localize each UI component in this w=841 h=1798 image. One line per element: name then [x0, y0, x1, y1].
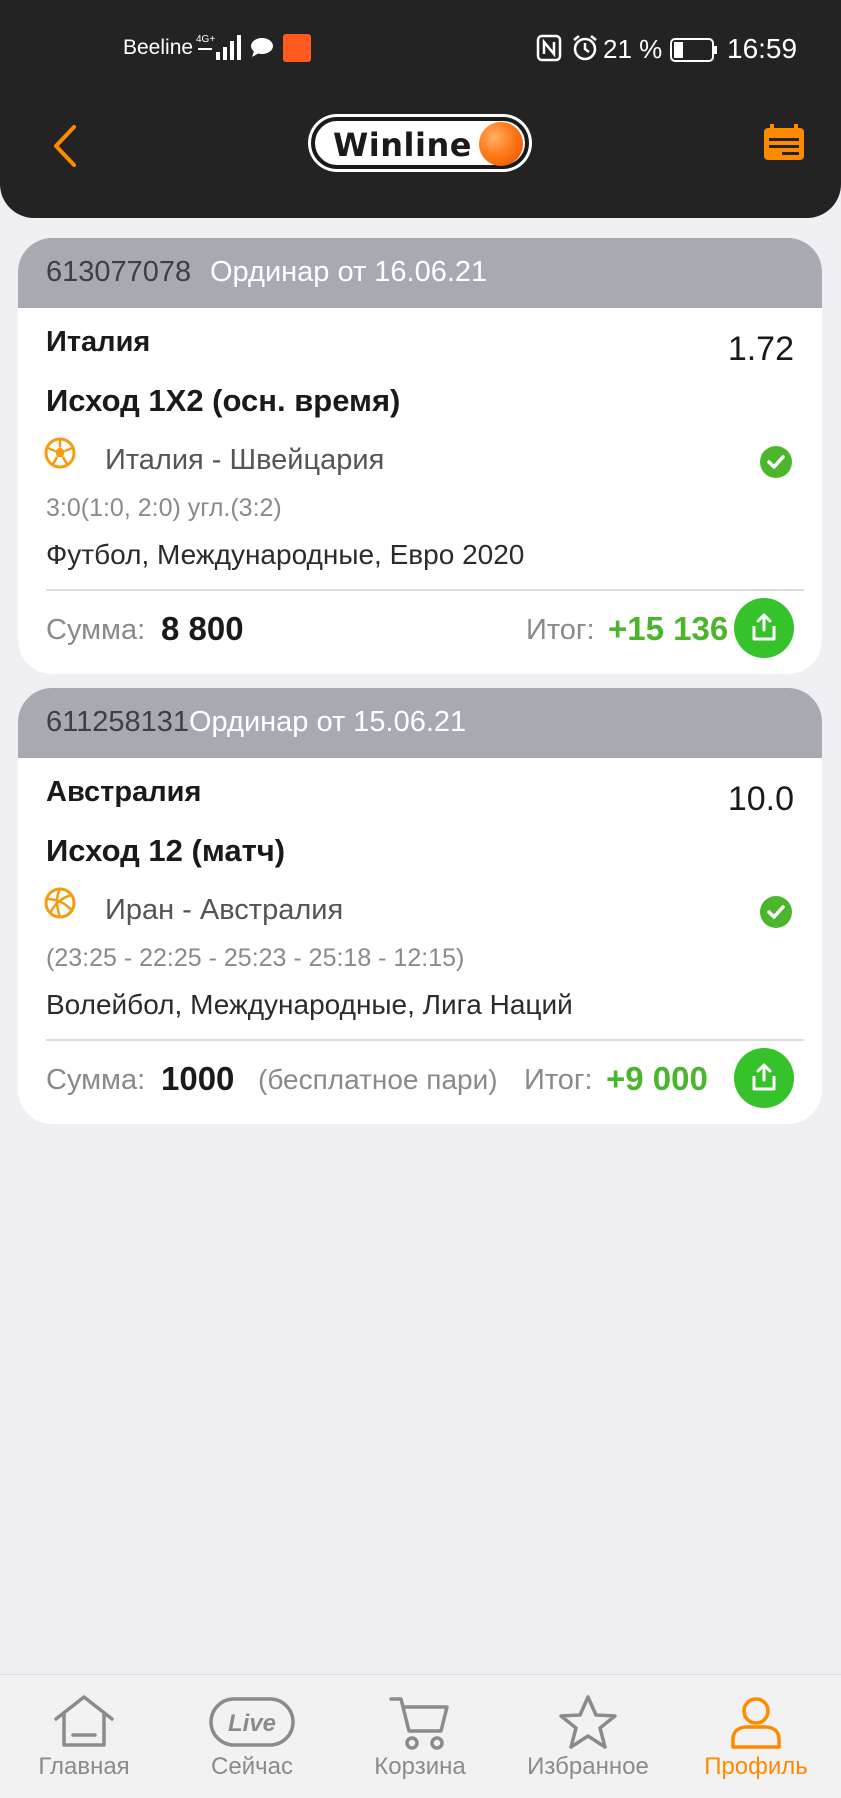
- battery-icon: [670, 38, 718, 67]
- coupon-icon: [764, 124, 804, 160]
- bet-event: Италия - Швейцария: [105, 444, 385, 476]
- football-icon: [44, 437, 76, 469]
- bet-score: 3:0(1:0, 2:0) угл.(3:2): [46, 494, 282, 522]
- back-button[interactable]: [48, 121, 84, 171]
- bet-pick: Италия: [46, 326, 151, 358]
- carrier-name: Beeline: [123, 36, 194, 59]
- bet-league: Волейбол, Международные, Лига Наций: [46, 989, 573, 1020]
- bet-card-header: 611258131 Ординар от 15.06.21: [18, 688, 822, 758]
- won-check-icon: [760, 446, 792, 478]
- bottom-tab-bar: Главная Live Сейчас Корзина Избранное Пр…: [0, 1674, 841, 1798]
- message-icon: [250, 36, 274, 63]
- card-divider: [46, 1039, 804, 1041]
- sum-label: Сумма:: [46, 1064, 146, 1096]
- bet-type: Ординар от 15.06.21: [189, 706, 467, 738]
- bet-market: Исход 12 (матч): [46, 833, 286, 868]
- bet-card-header: 613077078 Ординар от 16.06.21: [18, 238, 822, 308]
- tab-cart[interactable]: Корзина: [336, 1675, 504, 1798]
- share-button[interactable]: [734, 1048, 794, 1108]
- aliexpress-icon: [283, 34, 311, 62]
- tab-label: Главная: [38, 1753, 130, 1780]
- share-icon: [752, 1063, 776, 1091]
- bet-league: Футбол, Международные, Евро 2020: [46, 539, 525, 570]
- bet-card[interactable]: 613077078 Ординар от 16.06.21 Италия 1.7…: [18, 238, 822, 674]
- status-bar: Beeline 4G+ 21 % 16:59: [0, 28, 841, 68]
- cart-icon: [387, 1693, 453, 1758]
- result-value: +9 000: [606, 1060, 708, 1097]
- tab-profile[interactable]: Профиль: [672, 1675, 840, 1798]
- result-label: Итог:: [526, 614, 595, 646]
- sum-label: Сумма:: [46, 614, 146, 646]
- bet-event: Иран - Австралия: [105, 894, 344, 926]
- won-check-icon: [760, 896, 792, 928]
- bet-coefficient: 1.72: [727, 330, 794, 368]
- share-button[interactable]: [734, 598, 794, 658]
- bet-id: 613077078: [46, 256, 192, 288]
- result-label: Итог:: [524, 1064, 593, 1096]
- clock: 16:59: [727, 33, 798, 64]
- bet-score: (23:25 - 22:25 - 25:23 - 25:18 - 12:15): [46, 944, 465, 972]
- share-icon: [752, 613, 776, 641]
- bet-coefficient: 10.0: [727, 780, 794, 818]
- tab-home[interactable]: Главная: [0, 1675, 168, 1798]
- home-icon: [51, 1693, 117, 1754]
- nfc-icon: [536, 34, 562, 67]
- live-badge: Live: [228, 1710, 276, 1737]
- bet-card[interactable]: 611258131 Ординар от 15.06.21 Австралия …: [18, 688, 822, 1124]
- tab-label: Сейчас: [211, 1753, 293, 1780]
- card-divider: [46, 589, 804, 591]
- volleyball-icon: [44, 887, 76, 919]
- tab-favorites[interactable]: Избранное: [504, 1675, 672, 1798]
- alarm-icon: [571, 34, 599, 67]
- logo-ball-icon: [479, 122, 523, 166]
- coupon-button[interactable]: [762, 124, 806, 164]
- tab-live[interactable]: Live Сейчас: [168, 1675, 336, 1798]
- winline-logo: Winline: [311, 117, 529, 169]
- live-icon: Live: [208, 1693, 296, 1754]
- bet-pick: Австралия: [46, 776, 202, 808]
- bet-type: Ординар от 16.06.21: [210, 256, 488, 288]
- network-type: 4G+: [196, 34, 215, 45]
- battery-percent: 21 %: [603, 34, 663, 64]
- result-value: +15 136: [608, 610, 729, 647]
- tab-label: Избранное: [527, 1753, 649, 1780]
- bet-market: Исход 1X2 (осн. время): [46, 383, 401, 418]
- bet-id: 611258131: [46, 706, 190, 738]
- tab-label: Корзина: [374, 1753, 466, 1780]
- freebet-note: (бесплатное пари): [258, 1064, 498, 1095]
- logo-text: Winline: [333, 126, 472, 164]
- star-icon: [555, 1693, 621, 1758]
- sum-value: 8 800: [161, 610, 244, 647]
- top-bar: Beeline 4G+ 21 % 16:59 Winline: [0, 0, 841, 218]
- profile-icon: [723, 1693, 789, 1758]
- sum-value: 1000: [161, 1060, 235, 1097]
- chevron-left-icon: [54, 125, 76, 167]
- signal-icon: 4G+: [196, 32, 242, 67]
- tab-label: Профиль: [704, 1753, 808, 1780]
